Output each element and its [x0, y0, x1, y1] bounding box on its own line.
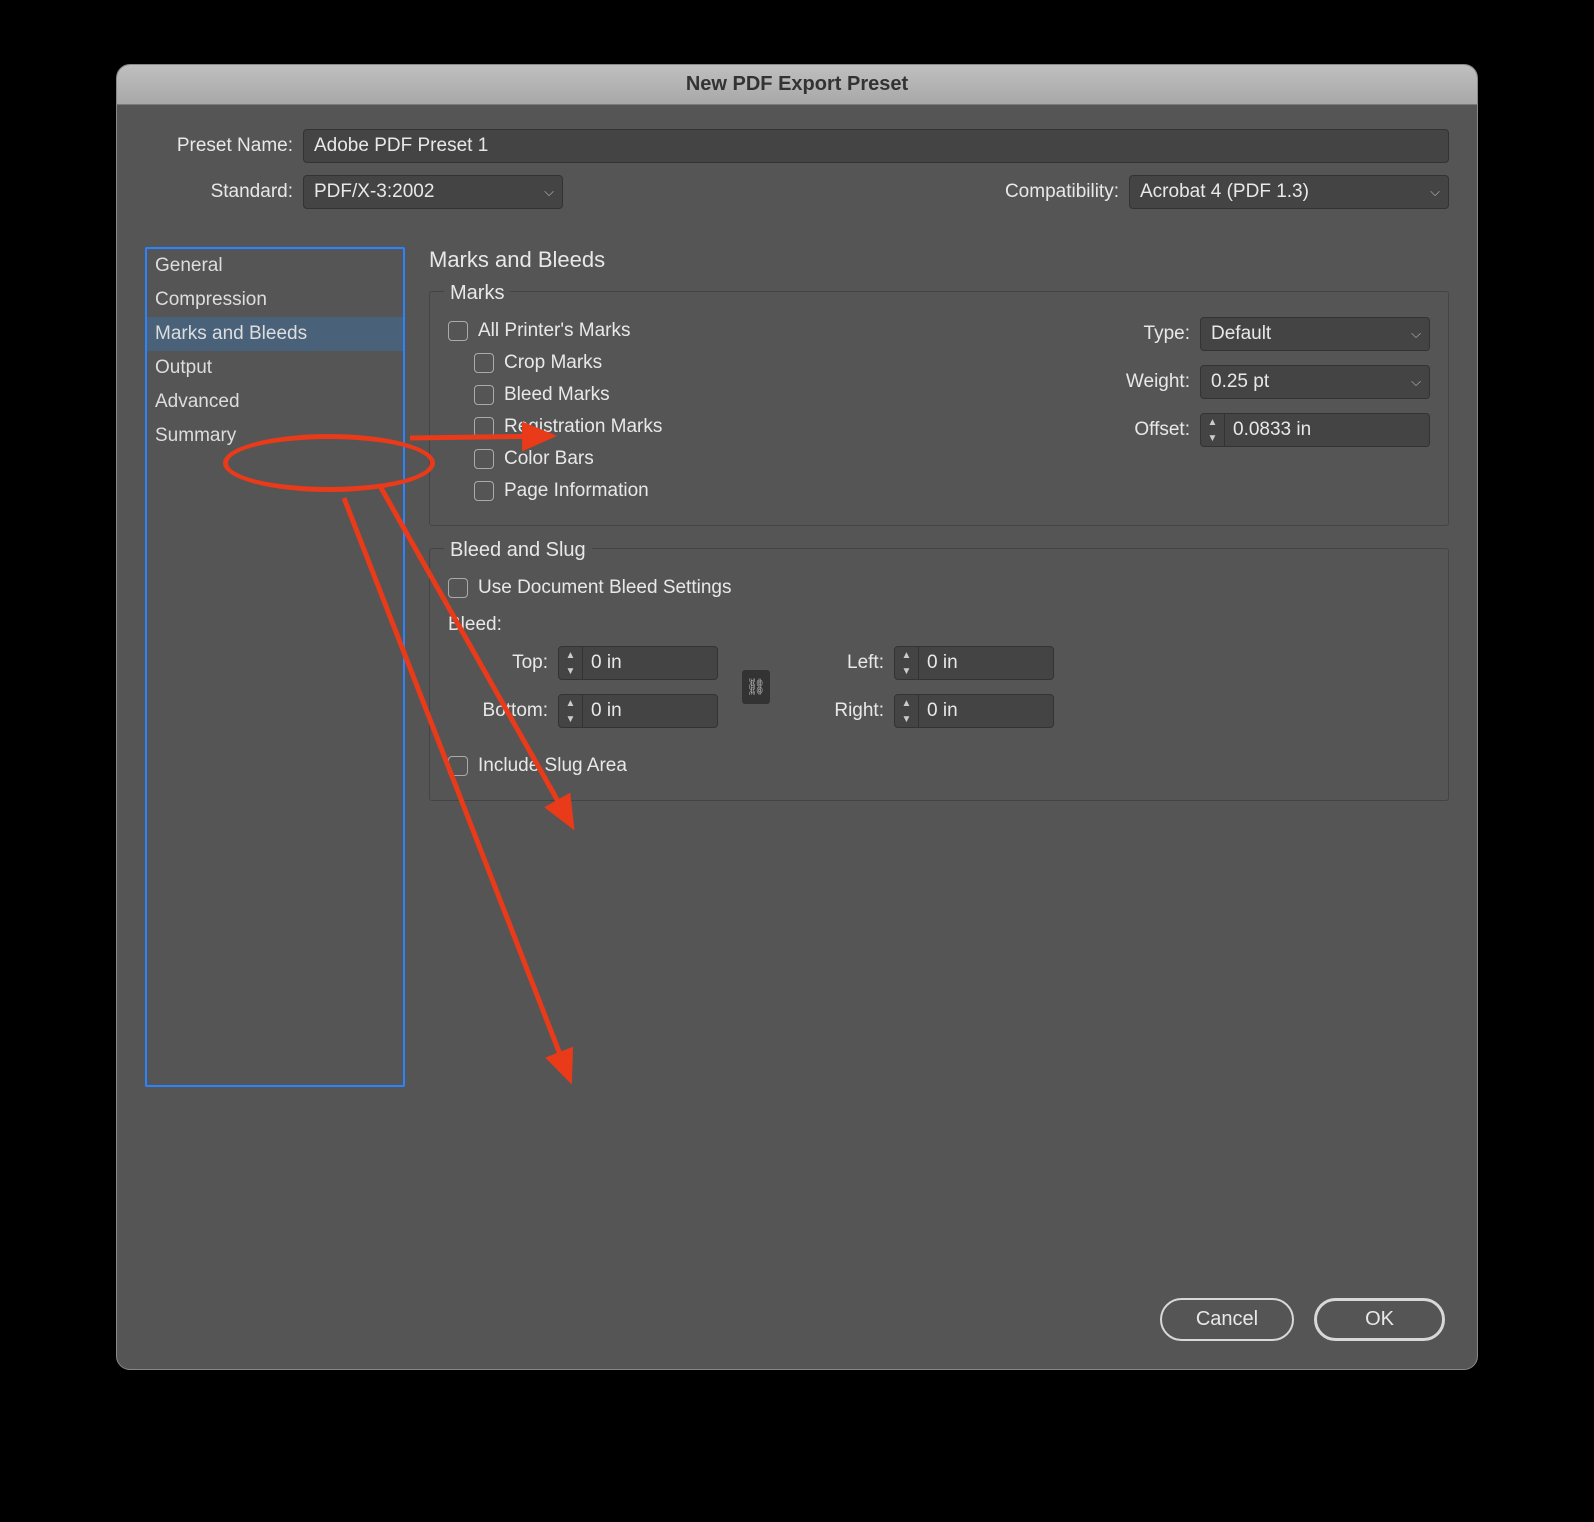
chevron-down-icon: ⌵ [544, 184, 554, 200]
sidebar-item-summary[interactable]: Summary [147, 419, 403, 453]
crop-marks-checkbox[interactable] [474, 353, 494, 373]
dialog-window: New PDF Export Preset Preset Name: Stand… [116, 64, 1478, 1370]
sidebar-item-marks-and-bleeds[interactable]: Marks and Bleeds [147, 317, 403, 351]
compatibility-dropdown[interactable]: Acrobat 4 (PDF 1.3) ⌵ [1129, 175, 1449, 209]
stepper-down-icon[interactable]: ▼ [895, 711, 918, 727]
marks-offset-value: 0.0833 in [1225, 414, 1429, 446]
bleed-marks-checkbox[interactable] [474, 385, 494, 405]
stepper-up-icon[interactable]: ▲ [559, 695, 582, 711]
page-information-checkbox[interactable] [474, 481, 494, 501]
crop-marks-label: Crop Marks [504, 352, 602, 374]
standard-dropdown[interactable]: PDF/X-3:2002 ⌵ [303, 175, 563, 209]
include-slug-checkbox[interactable] [448, 756, 468, 776]
bleed-bottom-input[interactable]: ▲▼ 0 in [558, 694, 718, 728]
category-sidebar: General Compression Marks and Bleeds Out… [145, 247, 405, 1087]
include-slug-label: Include Slug Area [478, 755, 627, 777]
bleed-top-value: 0 in [583, 647, 717, 679]
chevron-down-icon: ⌵ [1411, 326, 1421, 342]
registration-marks-checkbox[interactable] [474, 417, 494, 437]
marks-group: Marks All Printer's Marks Crop Marks [429, 291, 1449, 526]
marks-type-value: Default [1211, 323, 1271, 345]
sidebar-item-general[interactable]: General [147, 249, 403, 283]
marks-type-dropdown[interactable]: Default ⌵ [1200, 317, 1430, 351]
marks-type-label: Type: [1110, 323, 1190, 345]
bleed-slug-group: Bleed and Slug Use Document Bleed Settin… [429, 548, 1449, 801]
use-doc-bleed-checkbox[interactable] [448, 578, 468, 598]
bleed-marks-label: Bleed Marks [504, 384, 610, 406]
registration-marks-label: Registration Marks [504, 416, 662, 438]
bleed-top-input[interactable]: ▲▼ 0 in [558, 646, 718, 680]
top-form: Preset Name: Standard: PDF/X-3:2002 ⌵ Co… [117, 105, 1477, 229]
stepper-up-icon[interactable]: ▲ [895, 647, 918, 663]
preset-name-label: Preset Name: [145, 135, 303, 157]
compatibility-label: Compatibility: [1005, 181, 1129, 203]
sidebar-item-advanced[interactable]: Advanced [147, 385, 403, 419]
link-icon[interactable]: ⛓ [742, 670, 770, 704]
bleed-right-input[interactable]: ▲▼ 0 in [894, 694, 1054, 728]
use-doc-bleed-label: Use Document Bleed Settings [478, 577, 731, 599]
marks-weight-label: Weight: [1110, 371, 1190, 393]
panel-heading: Marks and Bleeds [429, 247, 1449, 273]
bleed-bottom-label: Bottom: [458, 700, 548, 722]
dialog-footer: Cancel OK [1160, 1298, 1445, 1341]
color-bars-checkbox[interactable] [474, 449, 494, 469]
marks-offset-label: Offset: [1110, 419, 1190, 441]
bleed-top-label: Top: [458, 652, 548, 674]
standard-label: Standard: [145, 181, 303, 203]
chevron-down-icon: ⌵ [1430, 184, 1440, 200]
bleed-right-value: 0 in [919, 695, 1053, 727]
all-printers-marks-checkbox[interactable] [448, 321, 468, 341]
bleed-bottom-value: 0 in [583, 695, 717, 727]
marks-weight-dropdown[interactable]: 0.25 pt ⌵ [1200, 365, 1430, 399]
ok-button[interactable]: OK [1314, 1298, 1445, 1341]
stepper-up-icon[interactable]: ▲ [559, 647, 582, 663]
stepper-up-icon[interactable]: ▲ [895, 695, 918, 711]
bleed-heading: Bleed: [448, 614, 1430, 636]
marks-legend: Marks [444, 282, 510, 305]
bleed-slug-legend: Bleed and Slug [444, 539, 592, 562]
stepper-up-icon[interactable]: ▲ [1201, 414, 1224, 430]
titlebar: New PDF Export Preset [117, 65, 1477, 105]
bleed-right-label: Right: [794, 700, 884, 722]
dialog-title: New PDF Export Preset [686, 73, 908, 96]
compatibility-value: Acrobat 4 (PDF 1.3) [1140, 181, 1309, 203]
chevron-down-icon: ⌵ [1411, 374, 1421, 390]
bleed-left-value: 0 in [919, 647, 1053, 679]
marks-weight-value: 0.25 pt [1211, 371, 1269, 393]
all-printers-marks-label: All Printer's Marks [478, 320, 630, 342]
stepper-down-icon[interactable]: ▼ [559, 663, 582, 679]
main-panel: Marks and Bleeds Marks All Printer's Mar… [429, 247, 1449, 1087]
stepper-down-icon[interactable]: ▼ [559, 711, 582, 727]
page-information-label: Page Information [504, 480, 649, 502]
bleed-left-input[interactable]: ▲▼ 0 in [894, 646, 1054, 680]
marks-offset-input[interactable]: ▲ ▼ 0.0833 in [1200, 413, 1430, 447]
stepper-down-icon[interactable]: ▼ [1201, 430, 1224, 446]
standard-value: PDF/X-3:2002 [314, 181, 434, 203]
stepper-down-icon[interactable]: ▼ [895, 663, 918, 679]
sidebar-item-compression[interactable]: Compression [147, 283, 403, 317]
bleed-left-label: Left: [794, 652, 884, 674]
preset-name-input[interactable] [303, 129, 1449, 163]
color-bars-label: Color Bars [504, 448, 594, 470]
sidebar-item-output[interactable]: Output [147, 351, 403, 385]
cancel-button[interactable]: Cancel [1160, 1298, 1294, 1341]
